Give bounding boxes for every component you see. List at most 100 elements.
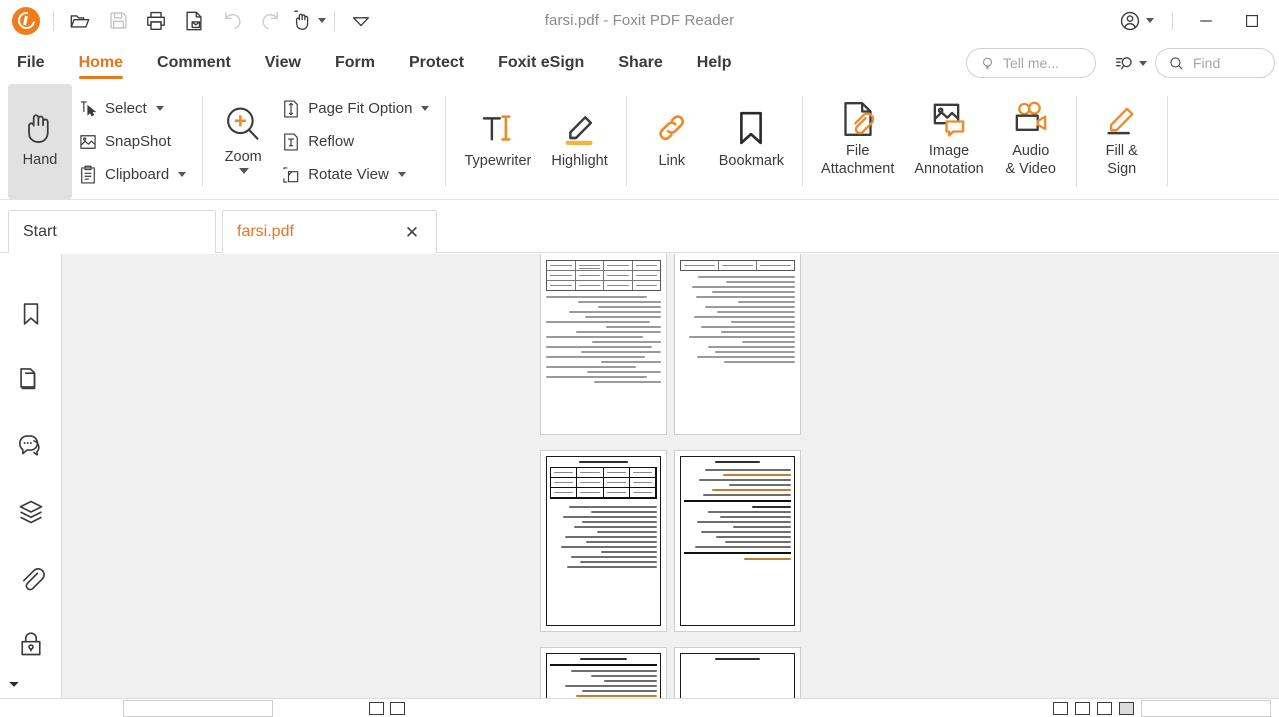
hand-tool-button[interactable] <box>289 4 327 38</box>
menu-foxit-esign[interactable]: Foxit eSign <box>481 42 601 84</box>
page-thumbnail-1[interactable] <box>541 254 666 434</box>
select-dropdown-icon[interactable] <box>155 106 164 111</box>
page-fit-dropdown-icon[interactable] <box>421 106 430 111</box>
comments-icon <box>18 435 40 456</box>
ribbon-toolbar: Hand Select SnapShot Clipboard Zoom Page… <box>0 84 1279 200</box>
page-thumbnail-4[interactable] <box>675 451 800 631</box>
sidebar-item-security[interactable] <box>9 622 53 666</box>
save-button[interactable] <box>99 4 137 38</box>
search-icon <box>1170 56 1183 70</box>
snapshot-button[interactable]: SnapShot <box>72 125 194 158</box>
ribbon-group-links: Link Bookmark <box>635 84 794 199</box>
page-navigation-field[interactable] <box>123 699 273 717</box>
tab-start[interactable]: Start <box>8 210 216 253</box>
ribbon-divider-2 <box>445 96 447 187</box>
audio-video-button[interactable]: Audio & Video <box>994 84 1068 199</box>
navigation-rail <box>0 254 62 698</box>
page-row-3 <box>541 648 800 698</box>
find-input[interactable]: Find <box>1155 48 1275 78</box>
find-tools: Find <box>1110 48 1275 78</box>
find-dropdown-icon[interactable] <box>1139 60 1147 66</box>
advanced-search-button[interactable] <box>1110 53 1151 74</box>
toolbar-divider <box>53 10 54 31</box>
menu-bar: File Home Comment View Form Protect Foxi… <box>0 42 1279 84</box>
zoom-in-icon <box>227 107 260 140</box>
fill-and-sign-button[interactable]: Fill & Sign <box>1085 84 1159 199</box>
find-placeholder-text: Find <box>1193 55 1221 71</box>
quick-access-toolbar <box>0 4 380 38</box>
page-width-status-icon[interactable] <box>390 701 405 715</box>
ribbon-group-insert: File Attachment Image Annotation Audio &… <box>811 84 1068 199</box>
page-row-2 <box>541 451 800 631</box>
sidebar-item-bookmarks[interactable] <box>9 292 53 336</box>
menu-comment[interactable]: Comment <box>140 42 248 84</box>
page-thumbnail-6[interactable] <box>675 648 800 698</box>
clipboard-dropdown-icon[interactable] <box>178 172 187 177</box>
file-attachment-button[interactable]: File Attachment <box>811 84 904 199</box>
fill-sign-icon <box>1107 108 1134 135</box>
reflow-button[interactable]: Reflow <box>275 125 437 158</box>
page-fit-status-icon[interactable] <box>369 701 384 715</box>
print-button[interactable] <box>137 4 175 38</box>
image-annotation-icon <box>933 104 965 138</box>
ribbon-divider-4 <box>802 96 804 187</box>
highlight-button[interactable]: Highlight <box>541 84 617 199</box>
foxit-logo <box>12 6 40 35</box>
page-thumbnail-5[interactable] <box>541 648 666 698</box>
menu-file[interactable]: File <box>0 42 62 84</box>
sidebar-item-pages[interactable] <box>9 358 53 402</box>
account-button[interactable] <box>1111 4 1162 38</box>
title-bar: farsi.pdf - Foxit PDF Reader <box>0 0 1279 42</box>
tools-stack-list: Select SnapShot Clipboard <box>72 84 194 199</box>
sidebar-item-attachments[interactable] <box>9 556 53 600</box>
single-page-layout-icon[interactable] <box>1053 701 1068 715</box>
typewriter-button[interactable]: Typewriter <box>454 84 541 199</box>
open-file-button[interactable] <box>61 4 99 38</box>
page-thumbnail-3[interactable] <box>541 451 666 631</box>
audio-video-label-line2: & Video <box>1005 160 1056 177</box>
maximize-button[interactable] <box>1229 4 1275 38</box>
sidebar-item-comments[interactable] <box>9 424 53 468</box>
menu-protect[interactable]: Protect <box>392 42 481 84</box>
ribbon-group-view: Zoom Page Fit Option Reflow Rotate View <box>211 84 437 199</box>
window-controls <box>1111 4 1279 38</box>
close-icon[interactable]: ✕ <box>402 222 422 242</box>
hand-tool-ribbon-button[interactable]: Hand <box>8 84 72 199</box>
menu-bar-right-tools: Tell me... Find <box>966 42 1279 84</box>
select-tool-button[interactable]: Select <box>72 92 194 125</box>
clipboard-button[interactable]: Clipboard <box>72 158 194 191</box>
tell-me-search[interactable]: Tell me... <box>966 48 1096 78</box>
continuous-facing-layout-icon[interactable] <box>1119 701 1134 715</box>
bookmark-button[interactable]: Bookmark <box>709 84 794 199</box>
page-fit-option-button[interactable]: Page Fit Option <box>275 92 437 125</box>
status-bar <box>0 698 1279 717</box>
account-dropdown-icon[interactable] <box>1146 18 1154 23</box>
search-options-icon <box>1116 56 1132 70</box>
menu-share[interactable]: Share <box>601 42 679 84</box>
zoom-button[interactable]: Zoom <box>211 84 275 199</box>
document-viewport[interactable] <box>62 254 1279 698</box>
rotate-view-button[interactable]: Rotate View <box>275 158 437 191</box>
customize-toolbar-button[interactable] <box>342 4 380 38</box>
rotate-view-dropdown-icon[interactable] <box>397 172 406 177</box>
sidebar-item-layers[interactable] <box>9 490 53 534</box>
link-button[interactable]: Link <box>635 84 709 199</box>
continuous-layout-icon[interactable] <box>1075 701 1090 715</box>
email-document-button[interactable] <box>175 4 213 38</box>
minimize-button[interactable] <box>1183 4 1229 38</box>
hand-tool-dropdown-icon[interactable] <box>317 18 326 23</box>
image-annotation-button[interactable]: Image Annotation <box>904 84 993 199</box>
tab-farsi-pdf[interactable]: farsi.pdf ✕ <box>222 210 437 253</box>
clipboard-icon <box>81 165 95 183</box>
menu-form[interactable]: Form <box>318 42 392 84</box>
menu-home[interactable]: Home <box>62 42 140 84</box>
menu-help[interactable]: Help <box>680 42 749 84</box>
page-thumbnail-2[interactable] <box>675 254 800 434</box>
facing-layout-icon[interactable] <box>1097 701 1112 715</box>
redo-button[interactable] <box>251 4 289 38</box>
menu-view[interactable]: View <box>248 42 318 84</box>
zoom-dropdown-icon[interactable] <box>239 168 250 175</box>
zoom-level-field[interactable] <box>1141 699 1271 717</box>
undo-button[interactable] <box>213 4 251 38</box>
collapse-rail-button[interactable] <box>6 676 22 692</box>
